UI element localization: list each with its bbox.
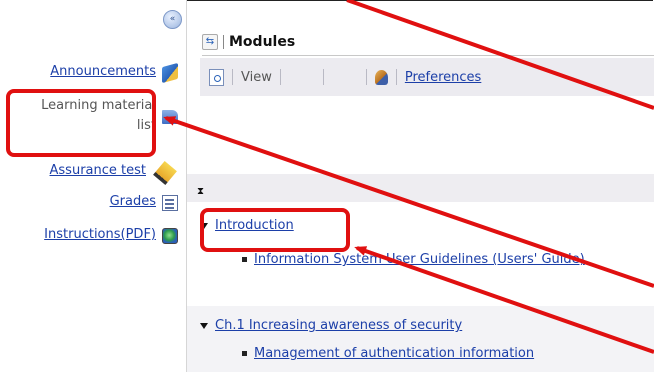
list-item[interactable]: Information System User Guidelines (User… (242, 252, 585, 267)
bullet-icon (242, 351, 247, 356)
sidebar-item-assurance-test[interactable]: Assurance test (50, 160, 178, 186)
divider (279, 69, 281, 85)
hourglass-icon: ⧗ (187, 174, 654, 202)
toolbar: View Preferences (200, 58, 654, 96)
expand-triangle-icon[interactable] (200, 322, 208, 329)
sidebar-item-announcements[interactable]: Announcements (50, 62, 178, 84)
double-chevron-left-icon: « (169, 14, 176, 24)
material-link[interactable]: Management of authentication information (254, 346, 534, 361)
sidebar: « Announcements Learning material list A… (0, 0, 187, 372)
pdf-globe-icon (162, 228, 178, 244)
expand-triangle-icon[interactable] (200, 222, 208, 229)
sidebar-item-label[interactable]: Grades (110, 194, 156, 209)
divider (395, 69, 397, 85)
pencil-icon (153, 160, 177, 186)
page-title-label: Modules (229, 34, 296, 50)
modules-icon: ⇆ (202, 34, 218, 50)
grades-icon (162, 195, 178, 211)
divider (202, 55, 654, 56)
material-link[interactable]: Information System User Guidelines (User… (254, 252, 585, 267)
divider (232, 69, 233, 85)
section-title-link[interactable]: Ch.1 Increasing awareness of security (215, 318, 462, 333)
section-ch1[interactable]: Ch.1 Increasing awareness of security (200, 318, 462, 333)
megaphone-icon (162, 62, 178, 84)
sidebar-item-label[interactable]: Instructions(PDF) (44, 227, 156, 242)
preferences-icon[interactable] (374, 69, 388, 85)
section-introduction[interactable]: Introduction (200, 218, 294, 233)
divider (223, 35, 224, 49)
view-icon[interactable] (209, 68, 224, 86)
page-title: ⇆ Modules (202, 34, 295, 50)
preferences-link[interactable]: Preferences (405, 70, 481, 85)
section-background (187, 306, 654, 372)
sidebar-item-grades[interactable]: Grades (110, 194, 178, 211)
sidebar-item-label[interactable]: Assurance test (50, 163, 146, 178)
main-content: ⇆ Modules View Preferences ⧗ Introductio… (187, 0, 654, 372)
collapse-sidebar-button[interactable]: « (163, 10, 182, 29)
section-title-link[interactable]: Introduction (215, 218, 294, 233)
divider (322, 69, 324, 85)
document-icon (162, 110, 178, 124)
view-button[interactable]: View (241, 70, 272, 85)
list-item[interactable]: Management of authentication information (242, 346, 534, 361)
divider (365, 69, 367, 85)
sidebar-item-label: Learning material list (41, 98, 156, 133)
sidebar-item-instructions-pdf[interactable]: Instructions(PDF) (44, 227, 178, 244)
bullet-icon (242, 257, 247, 262)
sidebar-item-label[interactable]: Announcements (50, 64, 156, 79)
sidebar-item-learning-material-list[interactable]: Learning material list (24, 96, 178, 136)
